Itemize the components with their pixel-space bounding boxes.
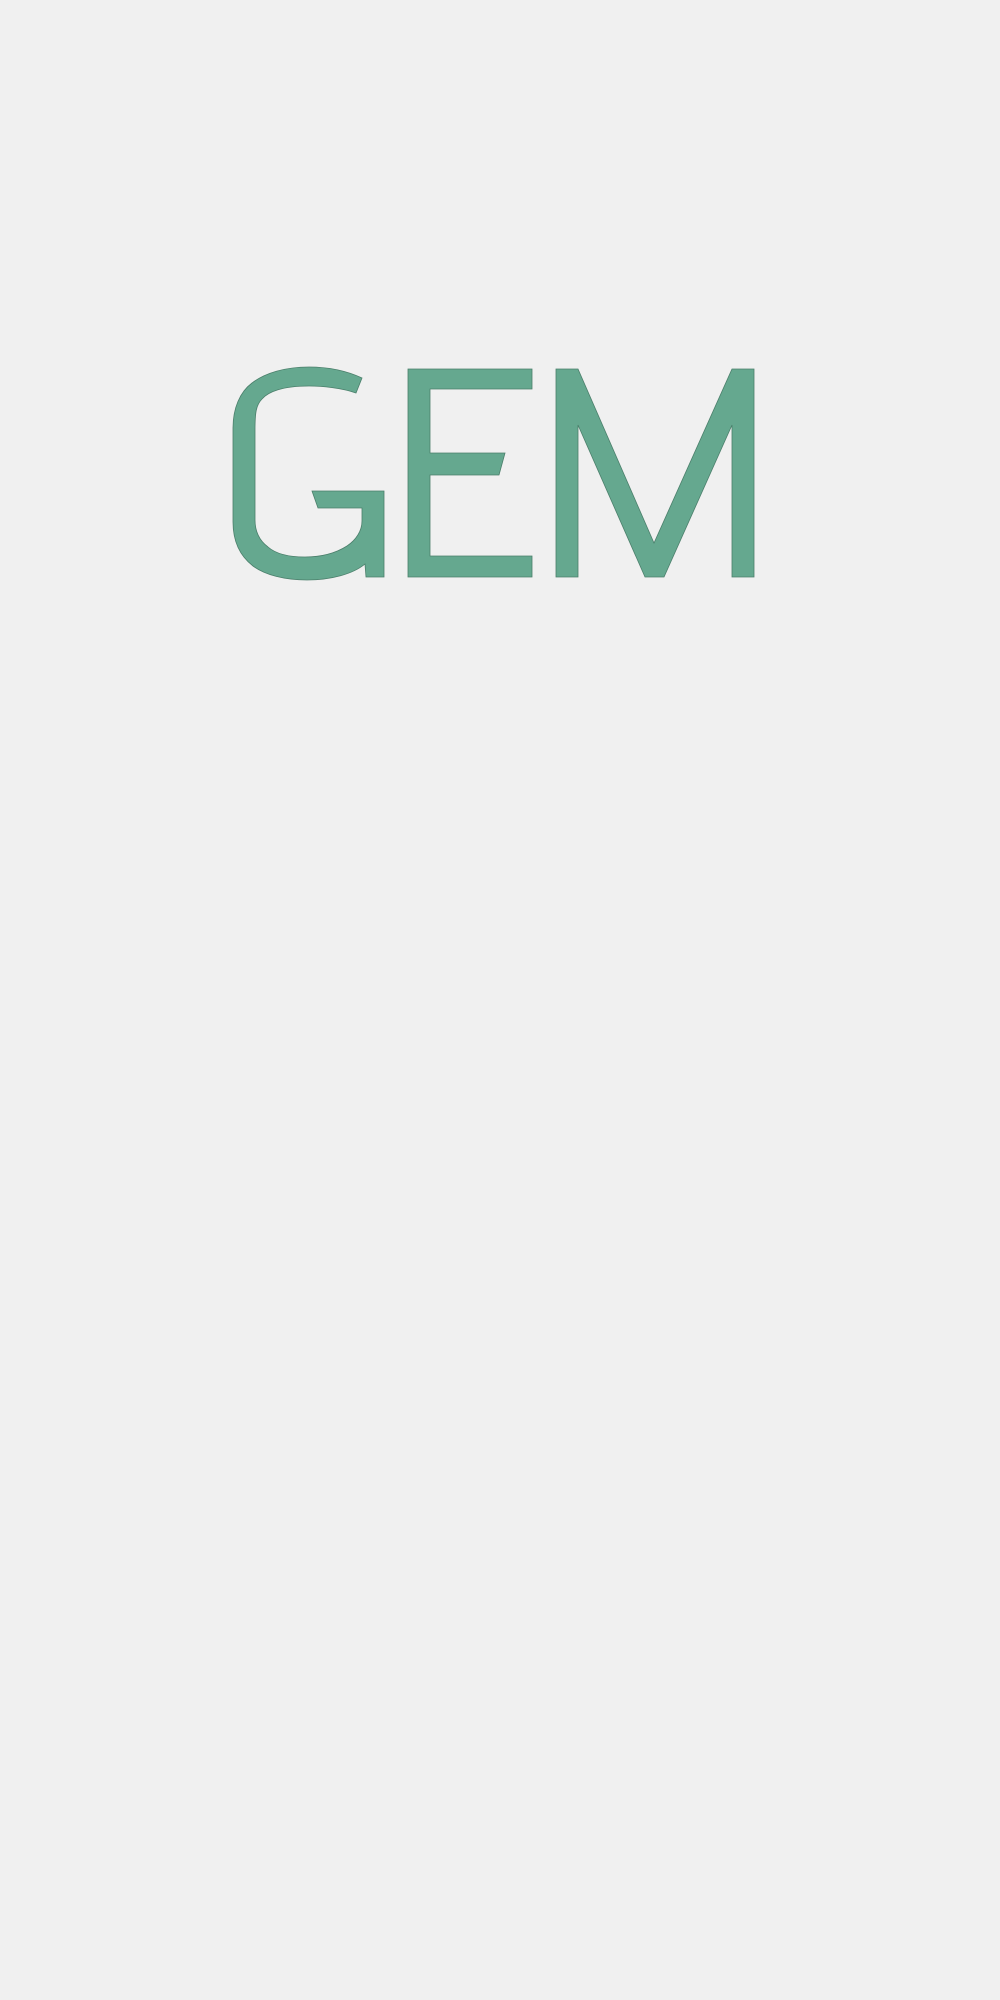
gem-logo: GEM: [225, 360, 770, 585]
logo-letter-e: [407, 368, 533, 578]
logo-letter-m: [555, 368, 755, 578]
splash-screen: GEM: [0, 0, 1000, 2000]
logo-letter-g: [232, 366, 385, 581]
